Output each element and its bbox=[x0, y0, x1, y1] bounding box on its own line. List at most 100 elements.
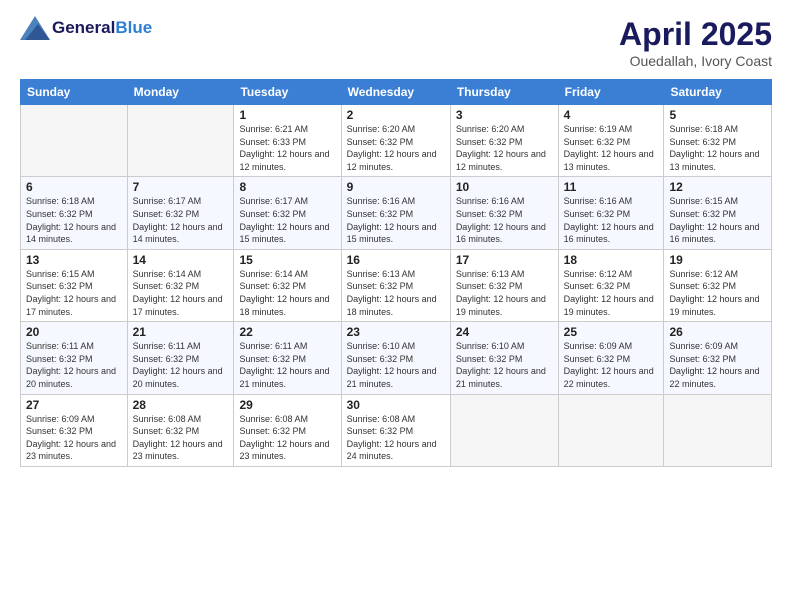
day-info: Sunrise: 6:09 AMSunset: 6:32 PMDaylight:… bbox=[669, 340, 766, 390]
calendar-day-cell: 17Sunrise: 6:13 AMSunset: 6:32 PMDayligh… bbox=[450, 249, 558, 321]
calendar-day-cell: 14Sunrise: 6:14 AMSunset: 6:32 PMDayligh… bbox=[127, 249, 234, 321]
day-number: 17 bbox=[456, 253, 553, 267]
day-info: Sunrise: 6:15 AMSunset: 6:32 PMDaylight:… bbox=[26, 268, 122, 318]
calendar-day-cell: 6Sunrise: 6:18 AMSunset: 6:32 PMDaylight… bbox=[21, 177, 128, 249]
day-info: Sunrise: 6:11 AMSunset: 6:32 PMDaylight:… bbox=[239, 340, 335, 390]
calendar-day-cell: 4Sunrise: 6:19 AMSunset: 6:32 PMDaylight… bbox=[558, 105, 664, 177]
calendar-day-cell: 25Sunrise: 6:09 AMSunset: 6:32 PMDayligh… bbox=[558, 322, 664, 394]
day-number: 20 bbox=[26, 325, 122, 339]
day-info: Sunrise: 6:16 AMSunset: 6:32 PMDaylight:… bbox=[564, 195, 659, 245]
calendar-day-cell: 2Sunrise: 6:20 AMSunset: 6:32 PMDaylight… bbox=[341, 105, 450, 177]
calendar-header-row: SundayMondayTuesdayWednesdayThursdayFrid… bbox=[21, 80, 772, 105]
day-number: 4 bbox=[564, 108, 659, 122]
day-info: Sunrise: 6:17 AMSunset: 6:32 PMDaylight:… bbox=[239, 195, 335, 245]
day-number: 19 bbox=[669, 253, 766, 267]
calendar-day-cell: 23Sunrise: 6:10 AMSunset: 6:32 PMDayligh… bbox=[341, 322, 450, 394]
day-number: 8 bbox=[239, 180, 335, 194]
day-number: 7 bbox=[133, 180, 229, 194]
day-info: Sunrise: 6:08 AMSunset: 6:32 PMDaylight:… bbox=[347, 413, 445, 463]
day-number: 22 bbox=[239, 325, 335, 339]
calendar-day-cell: 9Sunrise: 6:16 AMSunset: 6:32 PMDaylight… bbox=[341, 177, 450, 249]
calendar-day-cell: 24Sunrise: 6:10 AMSunset: 6:32 PMDayligh… bbox=[450, 322, 558, 394]
day-number: 30 bbox=[347, 398, 445, 412]
day-number: 10 bbox=[456, 180, 553, 194]
day-number: 16 bbox=[347, 253, 445, 267]
calendar-day-cell: 27Sunrise: 6:09 AMSunset: 6:32 PMDayligh… bbox=[21, 394, 128, 466]
calendar-day-cell: 8Sunrise: 6:17 AMSunset: 6:32 PMDaylight… bbox=[234, 177, 341, 249]
calendar-day-cell: 29Sunrise: 6:08 AMSunset: 6:32 PMDayligh… bbox=[234, 394, 341, 466]
day-number: 21 bbox=[133, 325, 229, 339]
calendar-day-cell: 1Sunrise: 6:21 AMSunset: 6:33 PMDaylight… bbox=[234, 105, 341, 177]
calendar-day-cell: 10Sunrise: 6:16 AMSunset: 6:32 PMDayligh… bbox=[450, 177, 558, 249]
day-number: 23 bbox=[347, 325, 445, 339]
day-info: Sunrise: 6:19 AMSunset: 6:32 PMDaylight:… bbox=[564, 123, 659, 173]
calendar-day-cell: 11Sunrise: 6:16 AMSunset: 6:32 PMDayligh… bbox=[558, 177, 664, 249]
calendar-day-cell: 7Sunrise: 6:17 AMSunset: 6:32 PMDaylight… bbox=[127, 177, 234, 249]
calendar-header-saturday: Saturday bbox=[664, 80, 772, 105]
calendar-day-cell: 12Sunrise: 6:15 AMSunset: 6:32 PMDayligh… bbox=[664, 177, 772, 249]
day-number: 5 bbox=[669, 108, 766, 122]
logo-general: General bbox=[52, 18, 115, 38]
day-info: Sunrise: 6:18 AMSunset: 6:32 PMDaylight:… bbox=[26, 195, 122, 245]
calendar-day-cell: 3Sunrise: 6:20 AMSunset: 6:32 PMDaylight… bbox=[450, 105, 558, 177]
day-number: 12 bbox=[669, 180, 766, 194]
day-number: 3 bbox=[456, 108, 553, 122]
location: Ouedallah, Ivory Coast bbox=[619, 53, 772, 69]
day-info: Sunrise: 6:12 AMSunset: 6:32 PMDaylight:… bbox=[564, 268, 659, 318]
title-block: April 2025 Ouedallah, Ivory Coast bbox=[619, 16, 772, 69]
calendar-day-cell: 28Sunrise: 6:08 AMSunset: 6:32 PMDayligh… bbox=[127, 394, 234, 466]
day-number: 2 bbox=[347, 108, 445, 122]
calendar-day-cell: 13Sunrise: 6:15 AMSunset: 6:32 PMDayligh… bbox=[21, 249, 128, 321]
calendar-day-cell: 22Sunrise: 6:11 AMSunset: 6:32 PMDayligh… bbox=[234, 322, 341, 394]
calendar-day-cell bbox=[450, 394, 558, 466]
calendar-day-cell: 5Sunrise: 6:18 AMSunset: 6:32 PMDaylight… bbox=[664, 105, 772, 177]
day-info: Sunrise: 6:10 AMSunset: 6:32 PMDaylight:… bbox=[347, 340, 445, 390]
calendar-day-cell: 20Sunrise: 6:11 AMSunset: 6:32 PMDayligh… bbox=[21, 322, 128, 394]
day-number: 28 bbox=[133, 398, 229, 412]
day-info: Sunrise: 6:21 AMSunset: 6:33 PMDaylight:… bbox=[239, 123, 335, 173]
day-number: 15 bbox=[239, 253, 335, 267]
calendar-day-cell: 26Sunrise: 6:09 AMSunset: 6:32 PMDayligh… bbox=[664, 322, 772, 394]
calendar-table: SundayMondayTuesdayWednesdayThursdayFrid… bbox=[20, 79, 772, 467]
calendar-day-cell bbox=[558, 394, 664, 466]
day-number: 13 bbox=[26, 253, 122, 267]
calendar-header-sunday: Sunday bbox=[21, 80, 128, 105]
generalblue-logo-icon bbox=[20, 16, 50, 40]
calendar-day-cell: 16Sunrise: 6:13 AMSunset: 6:32 PMDayligh… bbox=[341, 249, 450, 321]
day-info: Sunrise: 6:14 AMSunset: 6:32 PMDaylight:… bbox=[133, 268, 229, 318]
calendar-header-friday: Friday bbox=[558, 80, 664, 105]
calendar-header-tuesday: Tuesday bbox=[234, 80, 341, 105]
day-number: 6 bbox=[26, 180, 122, 194]
day-info: Sunrise: 6:12 AMSunset: 6:32 PMDaylight:… bbox=[669, 268, 766, 318]
day-info: Sunrise: 6:16 AMSunset: 6:32 PMDaylight:… bbox=[456, 195, 553, 245]
day-info: Sunrise: 6:08 AMSunset: 6:32 PMDaylight:… bbox=[239, 413, 335, 463]
calendar-day-cell: 30Sunrise: 6:08 AMSunset: 6:32 PMDayligh… bbox=[341, 394, 450, 466]
month-title: April 2025 bbox=[619, 16, 772, 53]
day-info: Sunrise: 6:11 AMSunset: 6:32 PMDaylight:… bbox=[133, 340, 229, 390]
day-info: Sunrise: 6:13 AMSunset: 6:32 PMDaylight:… bbox=[347, 268, 445, 318]
calendar-day-cell bbox=[664, 394, 772, 466]
day-info: Sunrise: 6:11 AMSunset: 6:32 PMDaylight:… bbox=[26, 340, 122, 390]
day-info: Sunrise: 6:14 AMSunset: 6:32 PMDaylight:… bbox=[239, 268, 335, 318]
day-info: Sunrise: 6:09 AMSunset: 6:32 PMDaylight:… bbox=[26, 413, 122, 463]
day-info: Sunrise: 6:18 AMSunset: 6:32 PMDaylight:… bbox=[669, 123, 766, 173]
calendar-day-cell bbox=[127, 105, 234, 177]
calendar-day-cell: 19Sunrise: 6:12 AMSunset: 6:32 PMDayligh… bbox=[664, 249, 772, 321]
day-info: Sunrise: 6:15 AMSunset: 6:32 PMDaylight:… bbox=[669, 195, 766, 245]
day-info: Sunrise: 6:20 AMSunset: 6:32 PMDaylight:… bbox=[456, 123, 553, 173]
header: GeneralBlue April 2025 Ouedallah, Ivory … bbox=[20, 16, 772, 69]
page: GeneralBlue April 2025 Ouedallah, Ivory … bbox=[0, 0, 792, 612]
day-info: Sunrise: 6:09 AMSunset: 6:32 PMDaylight:… bbox=[564, 340, 659, 390]
calendar-day-cell: 15Sunrise: 6:14 AMSunset: 6:32 PMDayligh… bbox=[234, 249, 341, 321]
day-number: 26 bbox=[669, 325, 766, 339]
day-info: Sunrise: 6:20 AMSunset: 6:32 PMDaylight:… bbox=[347, 123, 445, 173]
day-number: 27 bbox=[26, 398, 122, 412]
logo: GeneralBlue bbox=[20, 16, 152, 40]
calendar-week-row: 6Sunrise: 6:18 AMSunset: 6:32 PMDaylight… bbox=[21, 177, 772, 249]
day-info: Sunrise: 6:08 AMSunset: 6:32 PMDaylight:… bbox=[133, 413, 229, 463]
calendar-week-row: 27Sunrise: 6:09 AMSunset: 6:32 PMDayligh… bbox=[21, 394, 772, 466]
day-info: Sunrise: 6:17 AMSunset: 6:32 PMDaylight:… bbox=[133, 195, 229, 245]
day-number: 9 bbox=[347, 180, 445, 194]
day-info: Sunrise: 6:10 AMSunset: 6:32 PMDaylight:… bbox=[456, 340, 553, 390]
day-number: 14 bbox=[133, 253, 229, 267]
